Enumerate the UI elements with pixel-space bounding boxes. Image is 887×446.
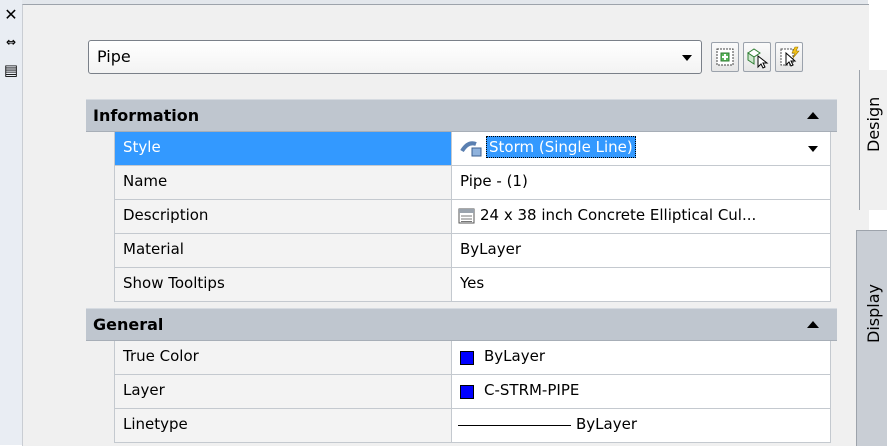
toggle-pickadd-icon [716,48,734,66]
property-name: Linetype [123,415,188,433]
category-general[interactable]: General [86,308,837,341]
property-name: Name [123,172,168,190]
properties-menu-icon[interactable]: ▤ [3,61,19,79]
category-label: General [93,315,164,334]
category-label: Information [93,106,200,125]
tab-design-label: Design [864,96,883,152]
property-value: ByLayer [484,347,545,365]
property-value-cell[interactable]: Pipe - (1) [452,166,831,199]
property-name-cell: Layer [114,375,452,408]
property-value-cell[interactable]: ByLayer [452,234,831,267]
category-information[interactable]: Information [86,99,837,132]
quick-select-button[interactable] [775,42,803,72]
linetype-sample-icon [458,425,571,426]
chevron-down-icon[interactable] [808,146,818,152]
property-name-cell: True Color [114,341,452,374]
property-name: Layer [123,381,165,399]
property-value: Pipe - (1) [460,172,528,190]
property-row-layer[interactable]: Layer C-STRM-PIPE [114,375,831,409]
quick-select-icon [780,46,800,67]
property-value: 24 x 38 inch Concrete Elliptical Cul... [480,206,757,224]
pipe-style-icon [460,141,482,157]
color-swatch-icon [460,351,474,365]
property-name-cell: Description [114,200,452,233]
tab-display[interactable]: Display [856,230,887,446]
property-value: ByLayer [576,415,637,433]
property-name: Show Tooltips [123,274,225,292]
property-value-cell[interactable]: C-STRM-PIPE [452,375,831,408]
chevron-down-icon [682,55,692,61]
property-value: ByLayer [460,240,521,258]
collapse-arrow-icon[interactable] [807,321,819,328]
auto-hide-icon[interactable]: ⇔ [3,34,19,50]
property-value-cell[interactable]: Storm (Single Line) [452,132,831,165]
collapse-arrow-icon[interactable] [807,112,819,119]
property-row-linetype[interactable]: Linetype ByLayer [114,409,831,443]
property-value: Storm (Single Line) [486,136,636,158]
object-type-value: Pipe [97,47,131,66]
property-row-true-color[interactable]: True Color ByLayer [114,341,831,375]
property-name-cell: Name [114,166,452,199]
property-name-cell: Linetype [114,409,452,442]
select-objects-button[interactable] [743,42,771,72]
property-name-cell: Style [114,132,452,165]
property-name: Description [123,206,209,224]
property-row-description[interactable]: Description 24 x 38 inch Concrete Ellipt… [114,200,831,234]
property-value: C-STRM-PIPE [484,381,580,399]
property-value-cell[interactable]: 24 x 38 inch Concrete Elliptical Cul... [452,200,831,233]
toggle-pickadd-button[interactable] [711,42,739,72]
palette-title-strip: ✕ ⇔ ▤ [0,0,23,445]
property-row-style[interactable]: Style Storm (Single Line) [114,132,831,166]
property-row-show-tooltips[interactable]: Show Tooltips Yes [114,268,831,302]
property-name: Material [123,240,184,258]
property-row-name[interactable]: Name Pipe - (1) [114,166,831,200]
property-name: True Color [123,347,199,365]
select-objects-icon [747,48,769,69]
property-value-cell[interactable]: Yes [452,268,831,301]
property-value-cell[interactable]: ByLayer [452,409,831,442]
table-icon [458,208,475,224]
property-value-cell[interactable]: ByLayer [452,341,831,374]
property-name-cell: Material [114,234,452,267]
color-swatch-icon [460,385,474,399]
property-name-cell: Show Tooltips [114,268,452,301]
tab-design[interactable]: Design [859,70,887,210]
property-name: Style [123,138,161,156]
object-type-select[interactable]: Pipe [88,40,702,74]
property-row-material[interactable]: Material ByLayer [114,234,831,268]
tab-display-label: Display [864,284,883,343]
close-icon[interactable]: ✕ [3,5,19,24]
property-value: Yes [460,274,485,292]
